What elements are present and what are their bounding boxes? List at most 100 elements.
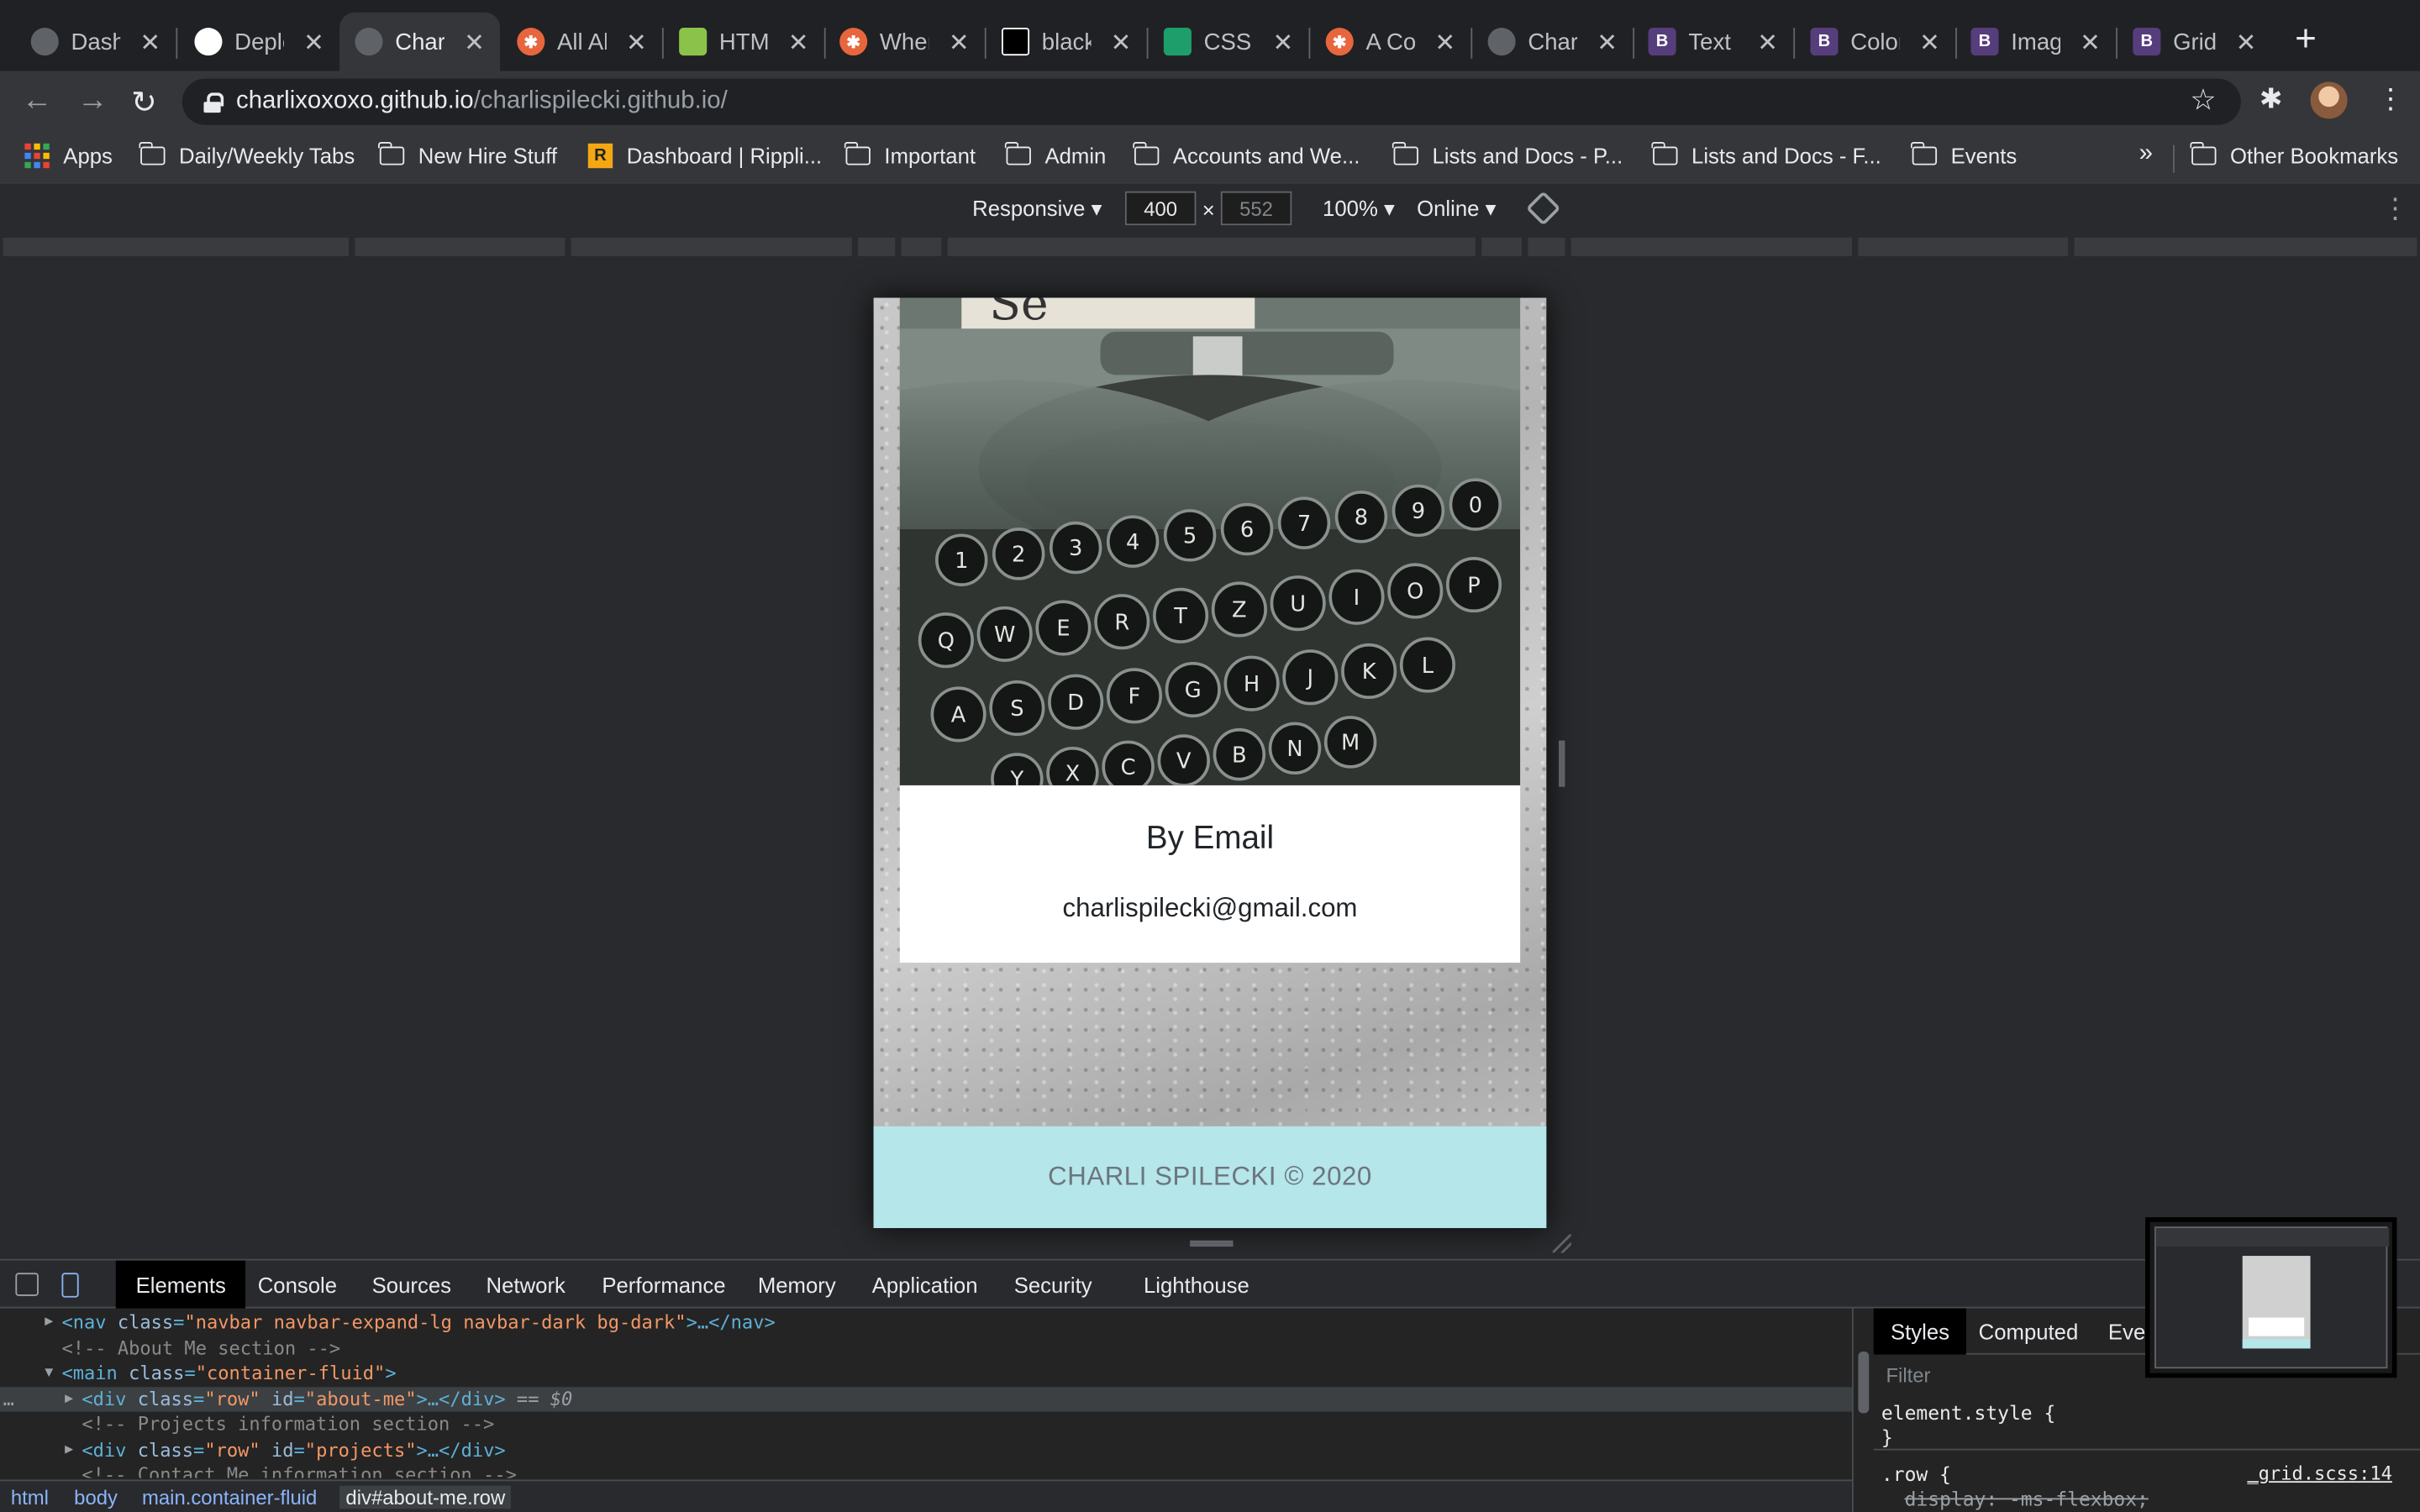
menu-kebab-icon[interactable]: ⋮ [2377,83,2405,116]
back-button[interactable]: ← [22,83,53,118]
browser-tab[interactable]: B Grid s ✕ [2118,13,2272,71]
viewport-resize-handle-bottom[interactable] [1190,1240,1234,1247]
rotate-icon[interactable] [1525,191,1561,226]
width-input[interactable]: 400 [1124,191,1197,226]
profile-avatar[interactable] [2310,81,2348,119]
html-icon [679,28,708,56]
dom-comment-line[interactable]: <!-- About Me section --> [0,1336,1852,1360]
devtools-tab-application[interactable]: Application [872,1273,978,1297]
address-bar[interactable]: charlixoxoxo.github.io/charlispilecki.gi… [182,78,2241,125]
bookmarks-overflow-button[interactable]: » [2139,140,2153,168]
expand-triangle-icon[interactable]: ▶ [65,1386,73,1410]
bookmark-star-icon[interactable]: ☆ [2190,83,2216,118]
bookmark-link[interactable]: R Dashboard | Rippli... [587,143,822,169]
dom-tree-scrollbar[interactable] [1852,1308,1874,1512]
device-mode-select[interactable]: Responsive ▾ [972,196,1102,222]
breadcrumb-body[interactable]: body [74,1486,118,1509]
tab-close-icon[interactable]: ✕ [2236,28,2257,59]
forward-button[interactable]: → [77,83,108,118]
device-toolbar: Responsive ▾ 400 × 552 100% ▾ Online ▾ ⋮ [0,181,2420,232]
dom-node-line[interactable]: ▶ <div class="row" id="projects">…</div> [0,1437,1852,1462]
tab-close-icon[interactable]: ✕ [626,28,647,59]
devtools-tab-sources[interactable]: Sources [372,1273,451,1297]
dom-comment-line[interactable]: <!-- Contact Me information section --> [0,1462,1852,1478]
browser-tab[interactable]: B Text · ✕ [1633,13,1793,71]
extensions-icon[interactable]: ✱ [2260,83,2283,116]
inspect-element-icon[interactable] [15,1273,39,1296]
bookmark-folder[interactable]: Important [844,141,976,168]
browser-tab[interactable]: Charli ✕ [1472,13,1633,71]
tab-close-icon[interactable]: ✕ [2080,28,2101,59]
browser-tab[interactable]: Charli ✕ [339,12,501,71]
styles-tab[interactable]: Styles [1873,1308,1967,1355]
devtools-tab-security[interactable]: Security [1014,1273,1092,1297]
tab-close-icon[interactable]: ✕ [949,28,970,59]
bookmark-other[interactable]: Other Bookmarks [2191,141,2398,168]
browser-tab[interactable]: ✱ When ✕ [824,13,985,71]
new-tab-button[interactable]: + [2295,18,2317,61]
zoom-select[interactable]: 100% ▾ [1323,196,1395,222]
dom-comment-line[interactable]: <!-- Projects information section --> [0,1412,1852,1436]
tab-close-icon[interactable]: ✕ [1434,28,1455,59]
bookmark-folder[interactable]: Lists and Docs - P... [1392,141,1623,168]
bookmark-apps[interactable]: Apps [24,143,113,169]
browser-tab[interactable]: HTML ✕ [664,13,824,71]
breadcrumb-main[interactable]: main.container-fluid [142,1486,317,1509]
email-link[interactable]: charlispilecki@gmail.com [900,893,1520,924]
dom-node-line[interactable]: … ▶ <div class="row" id="about-me">…</div>… [0,1386,1853,1411]
devtools-tab-lighthouse[interactable]: Lighthouse [1144,1273,1249,1297]
bookmark-folder[interactable]: Lists and Docs - F... [1652,141,1881,168]
bookmark-folder[interactable]: Accounts and We... [1133,141,1360,168]
expand-triangle-icon[interactable]: ▶ [45,1310,53,1334]
browser-tab[interactable]: ✱ All About ✕ [502,13,662,71]
devtools-tab-elements[interactable]: Elements [115,1260,246,1309]
bootstrap-icon: B [1810,28,1839,56]
row-rule: .row { display: -ms-flexbox; [1881,1462,2149,1512]
thumbnail-toolbar [2155,1228,2390,1247]
tab-close-icon[interactable]: ✕ [1111,28,1132,59]
browser-tab[interactable]: black ✕ [986,13,1147,71]
styles-filter-input[interactable]: Filter [1886,1364,1930,1388]
browser-tab[interactable]: Dashboard ✕ [15,13,176,71]
dom-tree[interactable]: ▶ <nav class="navbar navbar-expand-lg nav… [0,1309,1853,1478]
viewport-resize-handle-right[interactable] [1559,740,1565,787]
breadcrumb-html[interactable]: html [11,1486,49,1509]
computed-tab[interactable]: Computed [1979,1319,2079,1343]
browser-tab[interactable]: B Image ✕ [1955,13,2116,71]
tab-close-icon[interactable]: ✕ [788,28,809,59]
tab-close-icon[interactable]: ✕ [139,28,160,59]
devtools-tab-console[interactable]: Console [258,1273,337,1297]
tab-close-icon[interactable]: ✕ [1273,28,1294,59]
devtools-tab-memory[interactable]: Memory [758,1273,836,1297]
tab-close-icon[interactable]: ✕ [464,28,485,59]
collapse-triangle-icon[interactable]: ▼ [45,1361,53,1385]
device-toolbar-more-icon[interactable]: ⋮ [2381,193,2409,226]
devtools-tab-performance[interactable]: Performance [602,1273,725,1297]
reload-button[interactable]: ↻ [131,83,157,122]
network-throttle-select[interactable]: Online ▾ [1417,196,1496,222]
browser-tab[interactable]: B Color ✕ [1795,13,1955,71]
bookmark-folder[interactable]: Admin [1005,141,1106,168]
dom-node-line[interactable]: ▼ <main class="container-fluid"> [0,1361,1852,1385]
viewport-resize-corner[interactable] [1552,1234,1571,1253]
row-rule-declaration[interactable]: display: -ms-flexbox; [1905,1488,2149,1511]
height-input[interactable]: 552 [1220,191,1292,226]
tab-close-icon[interactable]: ✕ [1757,28,1778,59]
breadcrumb-div[interactable]: div#about-me.row [339,1485,512,1509]
expand-triangle-icon[interactable]: ▶ [65,1437,73,1462]
tab-close-icon[interactable]: ✕ [1919,28,1940,59]
bookmark-folder[interactable]: Events [1911,141,2017,168]
typewriter-key-label: 6 [1240,517,1254,543]
media-query-ruler[interactable] [0,231,2420,263]
source-file-link[interactable]: _grid.scss:14 [2247,1462,2392,1484]
bookmark-folder[interactable]: New Hire Stuff [378,141,557,168]
dom-node-line[interactable]: ▶ <nav class="navbar navbar-expand-lg nav… [0,1310,1852,1334]
browser-tab[interactable]: CSS l ✕ [1149,13,1309,71]
tab-close-icon[interactable]: ✕ [1597,28,1618,59]
devtools-tab-network[interactable]: Network [487,1273,566,1297]
device-toggle-icon[interactable] [61,1273,79,1298]
bookmark-folder[interactable]: Daily/Weekly Tabs [139,141,355,168]
browser-tab[interactable]: Deploy ✕ [179,13,339,71]
browser-tab[interactable]: ✱ A Com ✕ [1310,13,1470,71]
tab-close-icon[interactable]: ✕ [303,28,324,59]
